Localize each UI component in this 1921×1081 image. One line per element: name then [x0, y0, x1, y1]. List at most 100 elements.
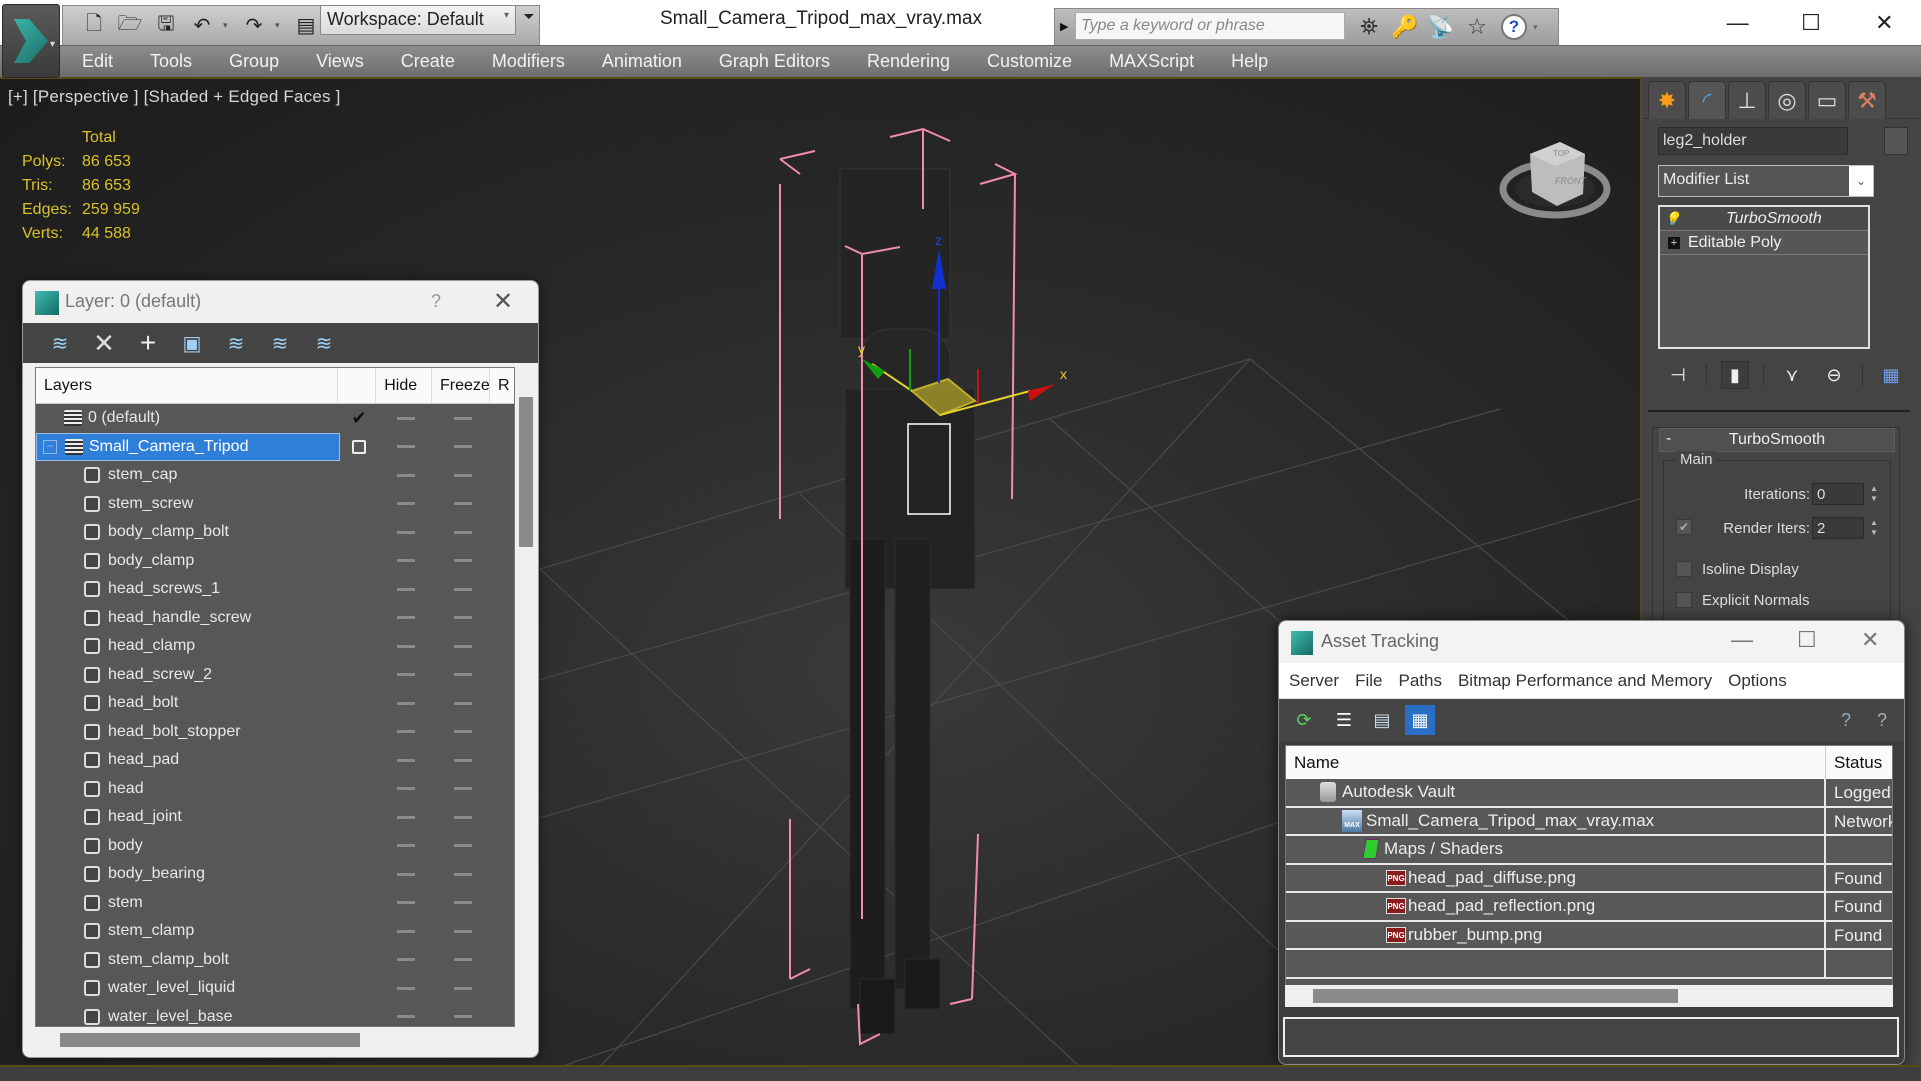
- stack-item-editable-poly[interactable]: + Editable Poly: [1660, 231, 1868, 255]
- asset-row[interactable]: MAX Small_Camera_Tripod_max_vray.max Netwo…: [1286, 807, 1892, 836]
- freeze-toggle[interactable]: [434, 502, 492, 506]
- object-color-swatch[interactable]: [1884, 127, 1908, 155]
- object-row[interactable]: stem: [36, 889, 514, 918]
- hide-toggle[interactable]: [378, 530, 434, 534]
- vertical-scrollbar[interactable]: [519, 387, 533, 1027]
- freeze-toggle[interactable]: [434, 587, 492, 591]
- customize-qat-button[interactable]: ⏷: [520, 8, 538, 34]
- menu-bitmap-performance[interactable]: Bitmap Performance and Memory: [1458, 671, 1712, 691]
- freeze-toggle[interactable]: [434, 445, 492, 449]
- show-end-result-icon[interactable]: ▮: [1721, 361, 1749, 389]
- hide-toggle[interactable]: [378, 958, 434, 962]
- object-row[interactable]: body_clamp_bolt: [36, 518, 514, 547]
- minimize-button[interactable]: —: [1701, 0, 1774, 45]
- modifier-list-dropdown[interactable]: Modifier List ⌄: [1658, 165, 1874, 197]
- object-row[interactable]: body_bearing: [36, 860, 514, 889]
- menu-views[interactable]: Views: [316, 46, 383, 77]
- hide-toggle[interactable]: [378, 929, 434, 933]
- menu-graph-editors[interactable]: Graph Editors: [719, 46, 849, 77]
- freeze-toggle[interactable]: [434, 958, 492, 962]
- tripod-model[interactable]: [839, 168, 976, 1035]
- collapse-icon[interactable]: −: [43, 439, 57, 454]
- object-row[interactable]: head_clamp: [36, 632, 514, 661]
- object-row[interactable]: head_pad: [36, 746, 514, 775]
- freeze-toggle[interactable]: [434, 815, 492, 819]
- column-hide[interactable]: Hide: [376, 368, 432, 403]
- hide-toggle[interactable]: [378, 445, 434, 449]
- hide-toggle[interactable]: [378, 416, 434, 420]
- create-layer-icon[interactable]: ≋: [45, 328, 75, 358]
- horizontal-scrollbar[interactable]: [1285, 985, 1893, 1007]
- redo-dropdown[interactable]: ▾: [275, 20, 285, 31]
- modify-tab[interactable]: ◜: [1688, 81, 1726, 119]
- hide-toggle[interactable]: [378, 644, 434, 648]
- create-tab[interactable]: ✸: [1648, 81, 1686, 119]
- freeze-toggle[interactable]: [434, 616, 492, 620]
- object-row[interactable]: head_bolt: [36, 689, 514, 718]
- column-layers[interactable]: Layers: [36, 368, 339, 403]
- undo-dropdown[interactable]: ▾: [223, 20, 233, 31]
- search-input[interactable]: [1075, 12, 1345, 40]
- star-icon[interactable]: ☆: [1463, 12, 1491, 42]
- undo-icon[interactable]: ↶: [187, 11, 217, 41]
- menu-options[interactable]: Options: [1728, 671, 1787, 691]
- help-button[interactable]: ? ▾: [1501, 12, 1549, 42]
- asset-row[interactable]: PNG head_pad_diffuse.png Found: [1286, 864, 1892, 893]
- hide-toggle[interactable]: [378, 701, 434, 705]
- object-row[interactable]: body: [36, 832, 514, 861]
- menu-customize[interactable]: Customize: [987, 46, 1091, 77]
- expand-search-icon[interactable]: ▶: [1055, 9, 1073, 45]
- render-iters-input[interactable]: 2: [1812, 517, 1864, 539]
- set-current-layer-toggle[interactable]: [340, 439, 378, 454]
- menu-help[interactable]: Help: [1231, 46, 1287, 77]
- rollout-header[interactable]: - TurboSmooth: [1659, 428, 1895, 452]
- freeze-toggle[interactable]: [434, 559, 492, 563]
- layer-row[interactable]: 0 (default) ✔: [36, 404, 514, 433]
- column-freeze[interactable]: Freeze: [432, 368, 490, 403]
- select-layer-icon[interactable]: ≋: [221, 328, 251, 358]
- object-row[interactable]: head_joint: [36, 803, 514, 832]
- menu-edit[interactable]: Edit: [82, 46, 132, 77]
- asset-row[interactable]: PNG rubber_bump.png Found: [1286, 921, 1892, 950]
- freeze-toggle[interactable]: [434, 1015, 492, 1019]
- iterations-spinner[interactable]: ▲ ▼: [1868, 484, 1880, 504]
- save-icon[interactable]: 🖫: [151, 11, 181, 41]
- pin-stack-icon[interactable]: ⊣: [1664, 361, 1692, 389]
- freeze-toggle[interactable]: [434, 530, 492, 534]
- highlight-layer-icon[interactable]: ≋: [265, 328, 295, 358]
- layer-window-titlebar[interactable]: Layer: 0 (default) ? ✕: [23, 281, 538, 323]
- workspace-dropdown[interactable]: Workspace: Default ▾: [320, 5, 516, 35]
- freeze-toggle[interactable]: [434, 730, 492, 734]
- freeze-toggle[interactable]: [434, 701, 492, 705]
- hide-toggle[interactable]: [378, 872, 434, 876]
- freeze-toggle[interactable]: [434, 872, 492, 876]
- object-row[interactable]: stem_screw: [36, 490, 514, 519]
- stack-item-turbosmooth[interactable]: 💡 TurboSmooth: [1660, 207, 1868, 231]
- hide-toggle[interactable]: [378, 815, 434, 819]
- hide-toggle[interactable]: [378, 559, 434, 563]
- freeze-toggle[interactable]: [434, 844, 492, 848]
- configure-modifier-sets-icon[interactable]: ▦: [1877, 361, 1905, 389]
- maximize-button[interactable]: ☐: [1774, 0, 1847, 45]
- freeze-toggle[interactable]: [434, 901, 492, 905]
- hide-toggle[interactable]: [378, 502, 434, 506]
- hide-toggle[interactable]: [378, 587, 434, 591]
- freeze-toggle[interactable]: [434, 787, 492, 791]
- scrollbar-thumb[interactable]: [60, 1033, 360, 1047]
- menu-animation[interactable]: Animation: [602, 46, 701, 77]
- select-objects-icon[interactable]: ▣: [177, 328, 207, 358]
- column-status[interactable]: Status: [1826, 746, 1892, 779]
- minimize-button[interactable]: —: [1731, 627, 1753, 653]
- horizontal-scrollbar[interactable]: [35, 1027, 515, 1053]
- close-button[interactable]: ✕: [1861, 627, 1879, 653]
- close-button[interactable]: ✕: [493, 287, 513, 316]
- scrollbar-thumb[interactable]: [519, 397, 533, 547]
- freeze-toggle[interactable]: [434, 644, 492, 648]
- column-render[interactable]: R: [490, 368, 514, 403]
- column-current[interactable]: [338, 368, 377, 403]
- open-folder-icon[interactable]: 🗁: [115, 11, 145, 41]
- redo-icon[interactable]: ↷: [239, 11, 269, 41]
- hide-toggle[interactable]: [378, 730, 434, 734]
- asset-window-titlebar[interactable]: Asset Tracking — ☐ ✕: [1279, 621, 1904, 663]
- object-row[interactable]: stem_cap: [36, 461, 514, 490]
